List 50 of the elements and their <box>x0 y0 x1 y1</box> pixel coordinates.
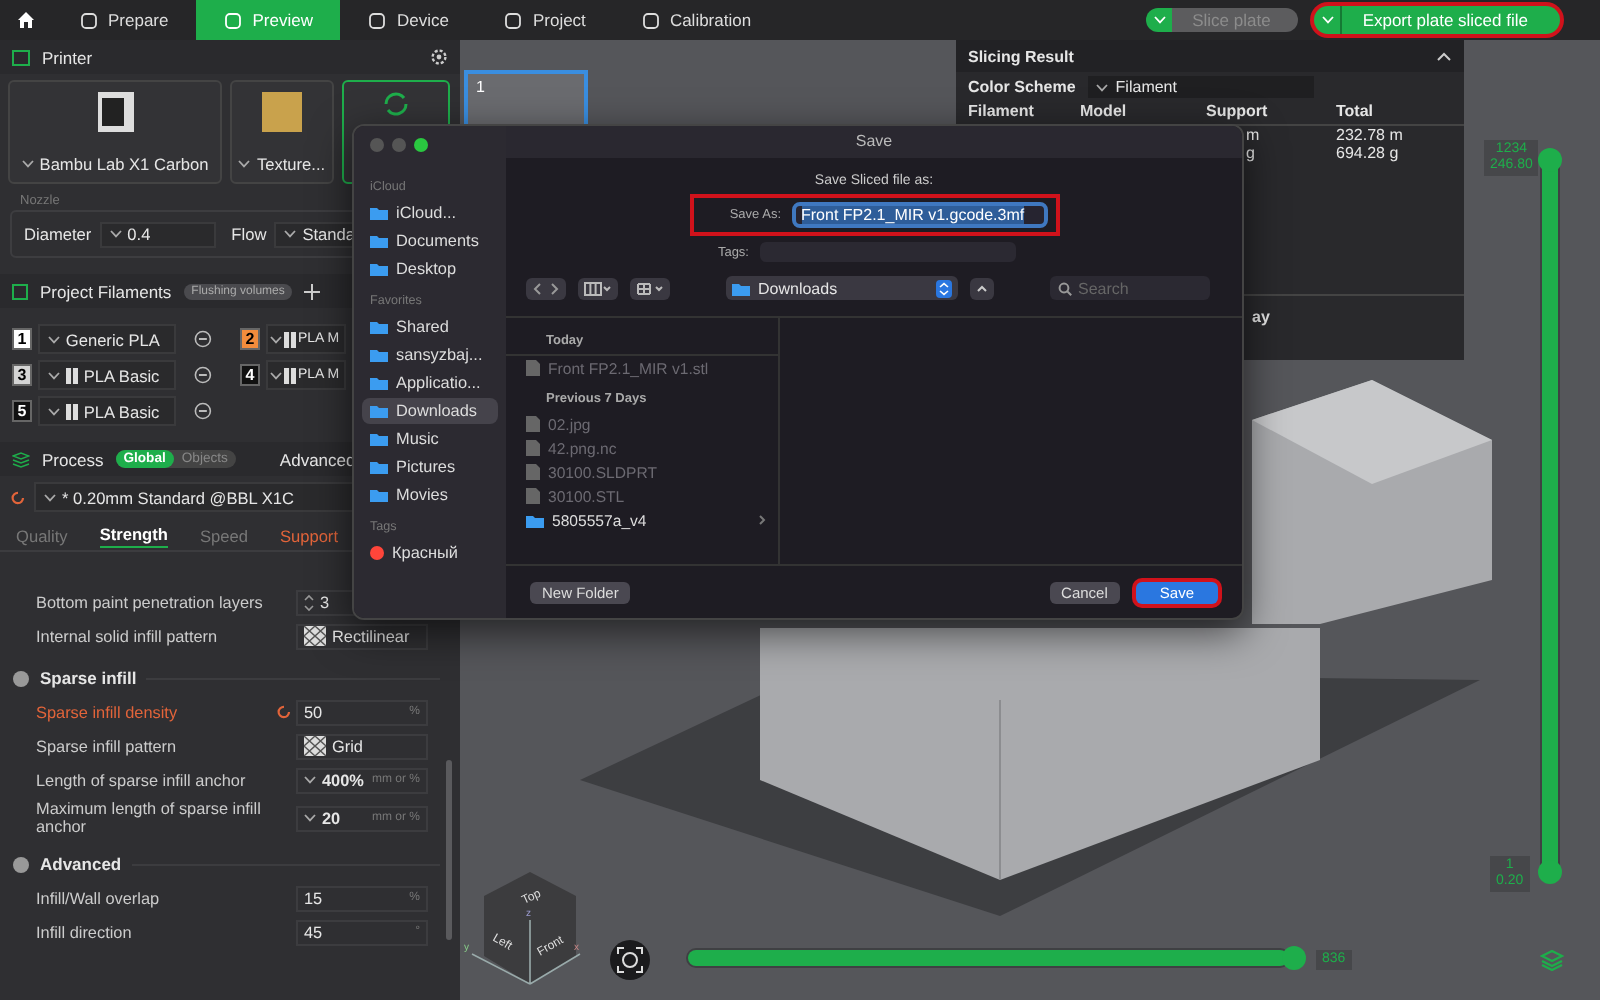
table-cell-text: m <box>1244 126 1262 144</box>
setting-label: Bottom paint penetration layers <box>34 593 265 611</box>
section-title: Process <box>42 449 104 469</box>
section-label: ay <box>1252 308 1270 326</box>
filament-index-badge: 3 <box>12 364 32 386</box>
filament-name: PLA Basic <box>83 365 160 385</box>
table-cell-text: 694.28 g <box>1336 144 1401 162</box>
panel-title: Slicing Result <box>968 47 1074 65</box>
filament-name: Generic PLA <box>65 329 160 349</box>
flow-label: Flow <box>231 224 267 244</box>
section-title: Project Filaments <box>40 281 172 301</box>
filament-index-badge: 5 <box>12 400 32 422</box>
field-value: 15 <box>304 889 323 907</box>
column-header: Total <box>1336 102 1376 120</box>
table-cell-text: 232.78 m <box>1336 126 1405 144</box>
setting-label: Length of sparse infill anchor <box>34 771 248 789</box>
file-name-value: Front FP2.1_MIR v1.gcode.3mf <box>801 206 1025 224</box>
field-value: Rectilinear <box>332 627 410 645</box>
section-title: Printer <box>42 47 93 67</box>
setting-label: Sparse infill density <box>34 703 180 721</box>
color-scheme-label: Color Scheme <box>968 78 1076 96</box>
plate-name: Texture... <box>256 154 326 174</box>
setting-label: Maximum length of sparse infill anchor <box>34 800 263 836</box>
section-title: Advanced <box>40 854 122 874</box>
setting-label: Sparse infill pattern <box>34 737 179 755</box>
dialog-title: Save <box>506 126 1242 158</box>
section-title: Sparse infill <box>40 668 137 688</box>
field-value: 50 <box>304 703 323 721</box>
field-value: 20 <box>322 809 341 827</box>
diameter-label: Diameter <box>24 224 92 244</box>
field-value: 3 <box>320 593 330 611</box>
dropdown-value: 0.4 <box>127 224 151 244</box>
filament-index-badge: 1 <box>12 328 32 350</box>
field-value: 45 <box>304 923 323 941</box>
location-value: Downloads <box>758 279 838 297</box>
setting-label: Infill direction <box>34 923 134 941</box>
field-value: 400% <box>322 771 364 789</box>
field-value: Grid <box>332 737 363 755</box>
column-header: Model <box>1080 102 1129 120</box>
filament-index-badge: 4 <box>240 364 260 386</box>
printer-name: Bambu Lab X1 Carbon <box>39 154 209 174</box>
column-header: Support <box>1206 102 1270 120</box>
filament-name: PLA Basic <box>83 401 160 421</box>
dropdown-value: Filament <box>1115 78 1177 96</box>
setting-label: Internal solid infill pattern <box>34 627 220 645</box>
table-cell-text: g <box>1244 144 1257 162</box>
dropdown-value: * 0.20mm Standard @BBL X1C <box>62 487 295 507</box>
setting-label: Infill/Wall overlap <box>34 889 162 907</box>
column-header: Filament <box>968 102 1036 120</box>
filament-index-badge: 2 <box>240 328 260 350</box>
